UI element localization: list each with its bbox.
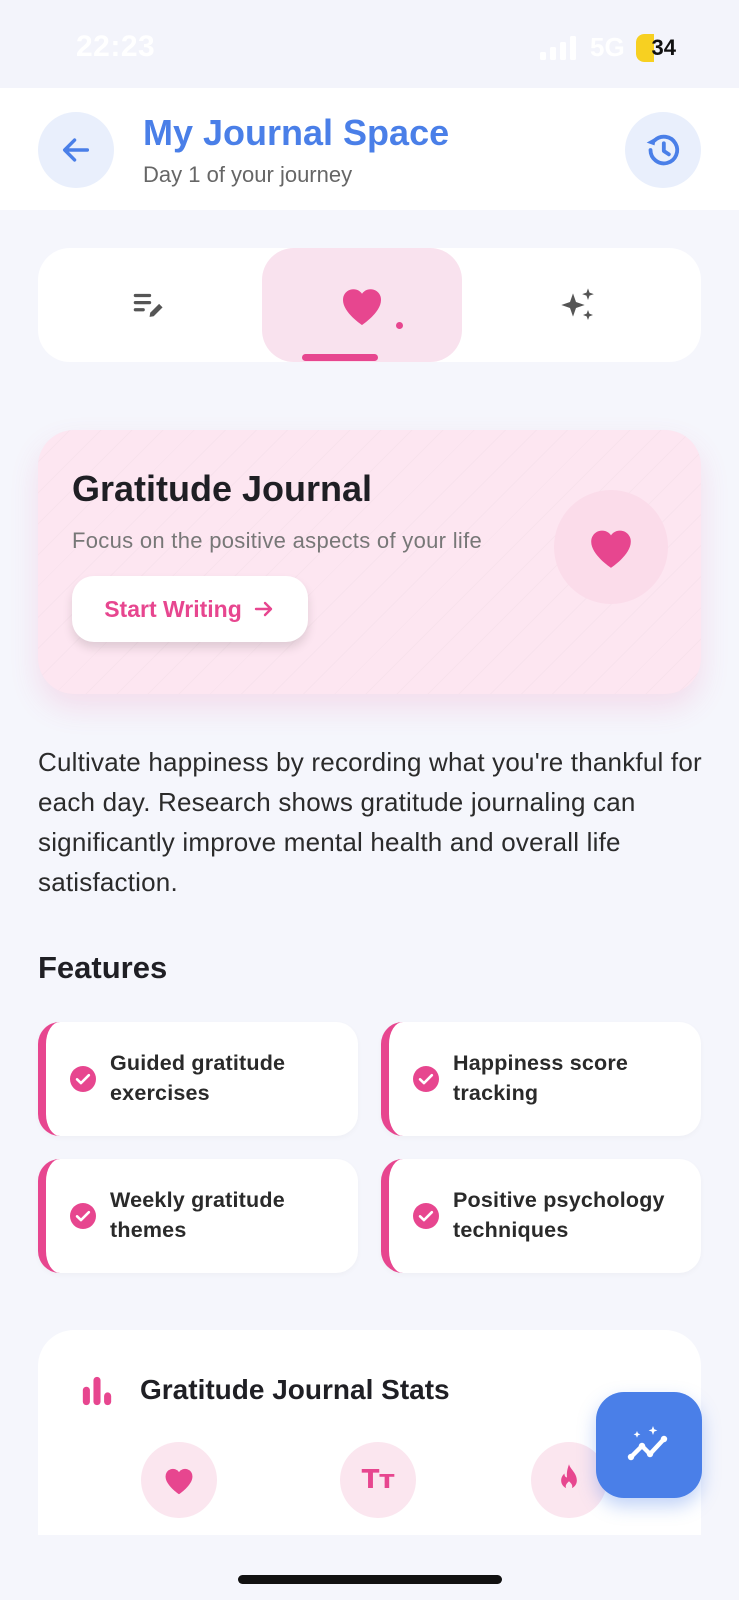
- history-button[interactable]: [625, 112, 701, 188]
- hero-heart-badge: [554, 490, 668, 604]
- check-circle-icon: [70, 1203, 96, 1229]
- feature-card: Guided gratitude exercises: [38, 1022, 358, 1136]
- tab-ai-prompts[interactable]: [478, 248, 678, 362]
- features-heading: Features: [38, 950, 168, 985]
- feature-card: Happiness score tracking: [381, 1022, 701, 1136]
- check-circle-icon: [413, 1066, 439, 1092]
- insights-icon: [627, 1426, 668, 1461]
- feature-card: Weekly gratitude themes: [38, 1159, 358, 1273]
- stat-words: Tт: [340, 1442, 416, 1518]
- sparkles-icon: [561, 288, 594, 320]
- start-writing-label: Start Writing: [104, 595, 242, 622]
- heart-icon: [591, 530, 631, 568]
- heart-icon: [165, 1468, 193, 1495]
- heart-icon: [342, 289, 382, 325]
- status-time: 22:23: [76, 30, 156, 63]
- home-bar-area: [0, 1535, 739, 1600]
- stats-title: Gratitude Journal Stats: [140, 1374, 450, 1405]
- tab-gratitude[interactable]: [262, 248, 462, 362]
- hero-subtitle: Focus on the positive aspects of your li…: [72, 528, 483, 553]
- tab-free-writing[interactable]: [48, 248, 248, 362]
- feature-label: Positive psychology techniques: [453, 1188, 665, 1242]
- feature-label: Happiness score tracking: [453, 1051, 629, 1105]
- feature-label: Guided gratitude exercises: [110, 1051, 286, 1105]
- home-indicator[interactable]: [238, 1575, 502, 1584]
- app-header: My Journal Space Day 1 of your journey: [0, 88, 739, 210]
- page-subtitle: Day 1 of your journey: [143, 162, 353, 187]
- edit-notes-icon: [133, 293, 163, 317]
- back-button[interactable]: [38, 112, 114, 188]
- fire-icon: [561, 1464, 577, 1490]
- journal-description: Cultivate happiness by recording what yo…: [38, 747, 702, 897]
- history-icon: [646, 134, 680, 166]
- text-size-icon: Tт: [361, 1465, 395, 1495]
- hero-title: Gratitude Journal: [72, 468, 373, 509]
- stat-entries: [141, 1442, 217, 1518]
- insights-fab[interactable]: [596, 1392, 702, 1498]
- page-title: My Journal Space: [143, 112, 450, 153]
- check-circle-icon: [70, 1066, 96, 1092]
- selected-dot: [396, 322, 403, 329]
- journal-hero-card: Gratitude Journal Focus on the positive …: [38, 430, 701, 694]
- start-writing-button[interactable]: Start Writing: [72, 576, 308, 642]
- signal-icon: [540, 36, 580, 65]
- status-bar: 22:23 5G 34: [0, 0, 739, 88]
- feature-card: Positive psychology techniques: [381, 1159, 701, 1273]
- journal-type-tabs: [38, 248, 701, 362]
- tab-indicator: [302, 354, 378, 361]
- feature-label: Weekly gratitude themes: [110, 1188, 285, 1242]
- arrow-left-icon: [62, 138, 90, 162]
- network-label: 5G: [590, 32, 625, 62]
- check-circle-icon: [413, 1203, 439, 1229]
- arrow-right-icon: [254, 601, 272, 617]
- battery-indicator: 34: [636, 34, 678, 62]
- bar-chart-icon: [82, 1376, 112, 1406]
- battery-level: 34: [651, 35, 676, 60]
